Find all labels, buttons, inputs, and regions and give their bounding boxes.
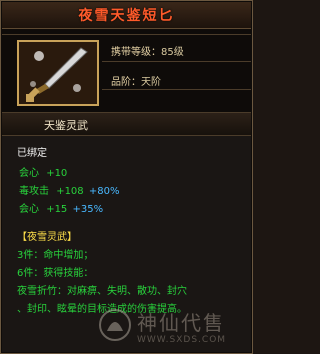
- stat-name: 会心: [19, 204, 39, 215]
- stat-value: +15: [46, 204, 68, 215]
- stat-row: 会心 +10: [19, 164, 67, 179]
- stat-value: +10: [46, 168, 68, 179]
- stat-row: 会心 +15 +35%: [19, 200, 103, 215]
- stat-value: +108: [56, 186, 84, 197]
- divider: [102, 61, 251, 62]
- title-bar: 夜雪天鉴短匕: [2, 2, 251, 29]
- section-header: 天鉴灵武: [2, 112, 251, 136]
- item-name: 夜雪天鉴短匕: [78, 8, 175, 24]
- logo-icon: [99, 309, 131, 341]
- grade-row: 品阶：天阶: [111, 73, 161, 88]
- watermark-text: 神仙代售: [137, 311, 225, 335]
- grade-value: 天阶: [141, 77, 161, 88]
- section-title: 天鉴灵武: [44, 119, 88, 132]
- watermark: 神仙代售 WWW.SXDS.COM: [97, 305, 247, 353]
- set-bonus: 3件：命中增加；: [17, 250, 94, 261]
- stat-name: 会心: [19, 168, 39, 179]
- level-label: 携带等级：: [111, 47, 161, 58]
- grade-label: 品阶：: [111, 77, 141, 88]
- level-row: 携带等级：85级: [111, 43, 184, 58]
- stat-name: 毒攻击: [19, 186, 49, 197]
- set-title: 【夜雪灵武】: [17, 232, 77, 243]
- divider: [2, 34, 251, 35]
- set-skill-text: 夜雪折竹：对麻痹、失明、散功、封穴: [17, 286, 187, 297]
- stat-bonus: +80%: [88, 186, 120, 197]
- divider: [102, 89, 251, 90]
- dagger-icon: [19, 42, 97, 104]
- level-value: 85级: [161, 47, 184, 58]
- item-icon-frame: [17, 40, 99, 106]
- item-tooltip: 夜雪天鉴短匕 携带等级：85级 品阶：天阶 天鉴灵武 已绑定 会心 +10 毒攻…: [0, 0, 253, 354]
- set-bonus: 6件：获得技能：: [17, 268, 94, 279]
- watermark-url: WWW.SXDS.COM: [137, 335, 227, 345]
- bound-status: 已绑定: [17, 148, 47, 159]
- stat-bonus: +35%: [72, 204, 104, 215]
- stat-row: 毒攻击 +108 +80%: [19, 182, 119, 197]
- item-info: 携带等级：85级 品阶：天阶: [103, 35, 251, 107]
